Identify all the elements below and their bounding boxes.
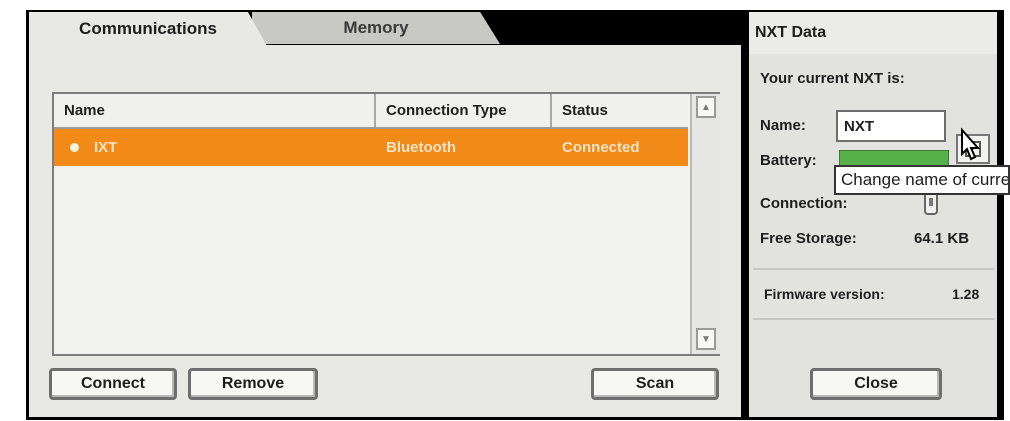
tab-memory-label: Memory <box>343 18 409 37</box>
close-button-label: Close <box>854 375 898 392</box>
battery-label: Battery: <box>760 152 817 169</box>
column-header-status[interactable]: Status <box>552 94 688 127</box>
column-header-name[interactable]: Name <box>54 94 376 127</box>
divider <box>753 318 995 320</box>
nxt-name-field[interactable]: NXT <box>836 110 946 142</box>
scan-button-label: Scan <box>635 375 675 392</box>
device-list: Name Connection Type Status IXT Bluetoot… <box>52 92 720 356</box>
tab-communications-label: Communications <box>79 19 217 38</box>
connected-dot-icon <box>70 143 79 152</box>
tab-communications[interactable]: Communications <box>29 12 267 46</box>
firmware-label: Firmware version: <box>764 286 885 302</box>
name-label: Name: <box>760 117 806 134</box>
close-button[interactable]: Close <box>810 368 942 400</box>
vertical-scrollbar[interactable]: ▲ ▼ <box>690 94 720 354</box>
nxt-name-value: NXT <box>844 117 874 135</box>
free-storage-label: Free Storage: <box>760 230 857 247</box>
divider <box>753 268 995 270</box>
row-name: IXT <box>94 139 118 156</box>
remove-button-label: Remove <box>221 375 285 392</box>
panel-title: NXT Data <box>749 12 997 54</box>
remove-button[interactable]: Remove <box>188 368 318 400</box>
connect-button-label: Connect <box>81 375 145 392</box>
column-name-label: Name <box>64 102 105 119</box>
list-header: Name Connection Type Status <box>54 94 688 129</box>
scroll-down-icon[interactable]: ▼ <box>696 328 716 350</box>
scan-button[interactable]: Scan <box>591 368 719 400</box>
column-status-label: Status <box>562 102 608 119</box>
mouse-pointer-icon <box>961 127 981 161</box>
rename-tooltip: Change name of current NXT <box>834 165 1010 195</box>
firmware-value: 1.28 <box>952 286 980 302</box>
tab-memory[interactable]: Memory <box>252 12 500 44</box>
table-row[interactable]: IXT Bluetooth Connected <box>54 129 688 166</box>
current-nxt-label: Your current NXT is: <box>760 70 905 87</box>
row-status: Connected <box>562 139 640 156</box>
row-connection-type: Bluetooth <box>386 139 456 156</box>
scroll-up-icon[interactable]: ▲ <box>696 96 716 118</box>
connect-button[interactable]: Connect <box>49 368 177 400</box>
tooltip-text: Change name of current NXT <box>841 170 1010 189</box>
column-connection-type-label: Connection Type <box>386 102 507 119</box>
free-storage-value: 64.1 KB <box>914 230 970 247</box>
connection-label: Connection: <box>760 195 848 212</box>
column-header-connection-type[interactable]: Connection Type <box>376 94 552 127</box>
